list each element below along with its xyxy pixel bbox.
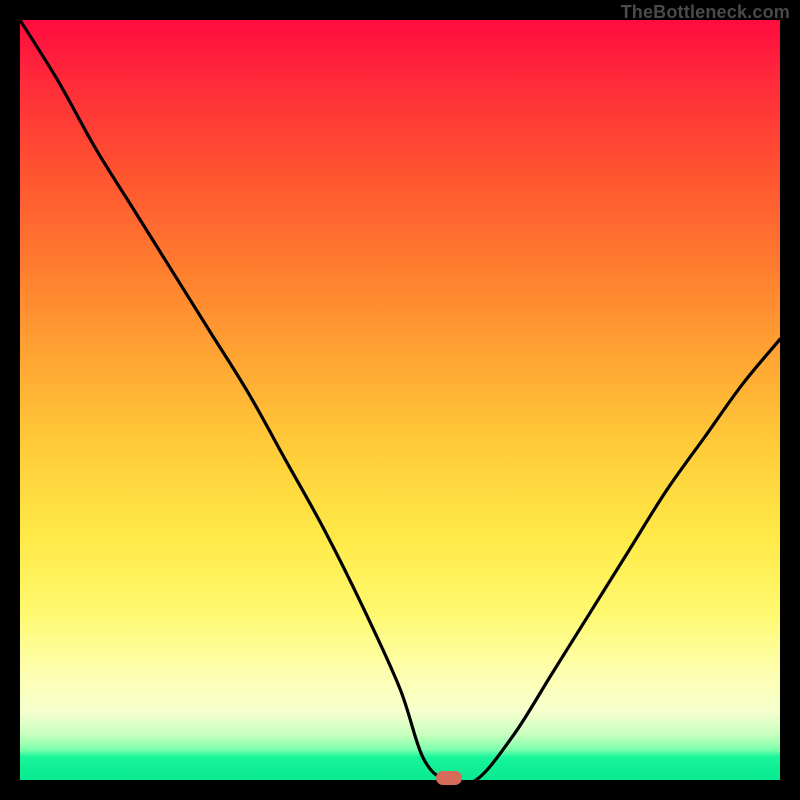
chart-frame: TheBottleneck.com xyxy=(0,0,800,800)
optimum-marker xyxy=(436,771,462,785)
curve-path xyxy=(20,20,780,780)
bottleneck-curve xyxy=(20,20,780,780)
plot-area xyxy=(20,20,780,780)
